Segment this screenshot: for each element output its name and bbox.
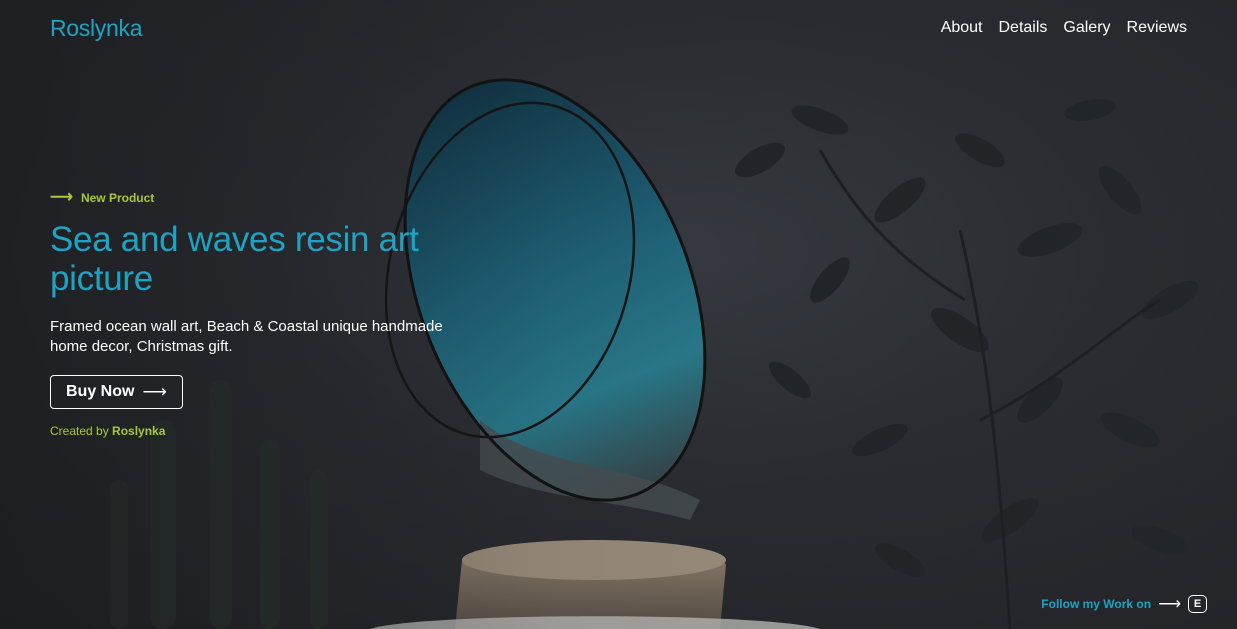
nav-link-galery[interactable]: Galery [1063, 19, 1110, 37]
arrow-right-icon: ⟶ [142, 382, 167, 401]
creator-link[interactable]: Roslynka [112, 424, 165, 438]
arrow-right-icon: ⟶ [50, 189, 73, 206]
follow-label: Follow my Work on [1041, 597, 1152, 611]
hero-content: ⟶ New Product Sea and waves resin art pi… [50, 190, 470, 438]
follow-work-link[interactable]: Follow my Work on ⟶ E [1041, 594, 1207, 614]
credit-prefix: Created by [50, 424, 109, 438]
nav-link-reviews[interactable]: Reviews [1127, 19, 1187, 37]
site-logo[interactable]: Roslynka [50, 15, 143, 42]
hero-title: Sea and waves resin art picture [50, 220, 419, 298]
arrow-right-icon: ⟶ [1158, 596, 1181, 613]
etsy-icon[interactable]: E [1188, 595, 1207, 613]
nav-link-details[interactable]: Details [999, 19, 1048, 37]
top-navigation: Roslynka About Details Galery Reviews [0, 0, 1237, 56]
eyebrow-label: New Product [80, 191, 155, 205]
buy-now-button[interactable]: Buy Now ⟶ [50, 375, 183, 409]
hero-description: Framed ocean wall art, Beach & Coastal u… [50, 318, 443, 355]
buy-now-label: Buy Now [66, 383, 135, 400]
nav-link-about[interactable]: About [941, 19, 983, 37]
new-product-tag: ⟶ New Product [50, 190, 470, 206]
creator-credit: Created by Roslynka [50, 424, 470, 438]
nav-links: About Details Galery Reviews [941, 19, 1187, 37]
